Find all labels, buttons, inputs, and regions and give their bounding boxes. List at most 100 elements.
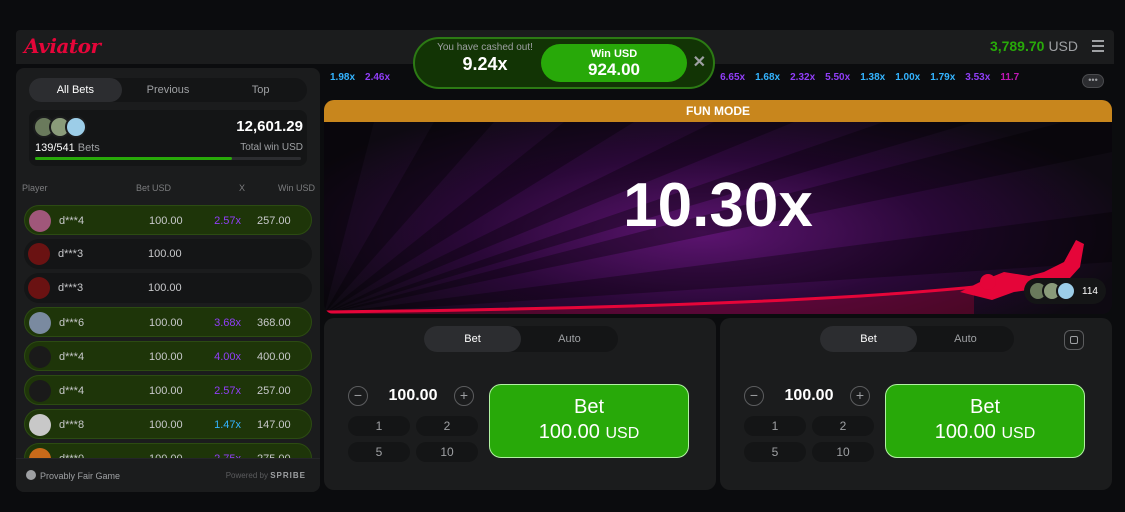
player-name: d***4 — [59, 351, 85, 363]
provably-fair-link[interactable]: Provably Fair Game — [40, 471, 120, 481]
history-multiplier[interactable]: 3.53x — [965, 72, 990, 83]
player-name: d***4 — [59, 385, 85, 397]
bet-button[interactable]: Bet 100.00 USD — [885, 384, 1085, 458]
game-area: FUN MODE 10.30x 114 — [324, 100, 1112, 314]
current-multiplier: 10.30x — [623, 171, 813, 240]
bet-button[interactable]: Bet 100.00 USD — [489, 384, 689, 458]
avatar — [29, 210, 51, 232]
history-multiplier[interactable]: 1.38x — [860, 72, 885, 83]
menu-icon[interactable] — [1092, 40, 1104, 52]
history-multiplier[interactable]: 1.68x — [755, 72, 780, 83]
player-name: d***6 — [59, 317, 85, 329]
remove-panel-button[interactable] — [1064, 330, 1084, 350]
avatar — [29, 346, 51, 368]
quick-amount-10[interactable]: 10 — [416, 442, 478, 462]
column-header-bet: Bet USD — [136, 183, 172, 193]
quick-amount-10[interactable]: 10 — [812, 442, 874, 462]
players-count: 114 — [1082, 285, 1098, 297]
history-multiplier[interactable]: 1.98x — [330, 72, 355, 83]
bet-panel-1: Bet Auto − 100.00 + 1 2 5 10 Bet 100.00 … — [324, 318, 716, 490]
player-name: d***8 — [59, 419, 85, 431]
quick-amount-1[interactable]: 1 — [744, 416, 806, 436]
tab-auto[interactable]: Auto — [917, 326, 1014, 352]
aviator-logo[interactable]: Aviator — [24, 34, 101, 58]
cashout-info: You have cashed out! 9.24x — [425, 42, 545, 75]
quick-amount-1[interactable]: 1 — [348, 416, 410, 436]
quick-amount-5[interactable]: 5 — [744, 442, 806, 462]
avatar — [28, 243, 50, 265]
online-players: 114 — [1024, 278, 1106, 304]
tab-auto[interactable]: Auto — [521, 326, 618, 352]
history-multiplier[interactable]: 6.65x — [720, 72, 745, 83]
bet-panel-tabs: Bet Auto — [424, 326, 618, 352]
minus-button[interactable]: − — [348, 386, 368, 406]
bet-panel-2: Bet Auto − 100.00 + 1 2 5 10 Bet 100.00 … — [720, 318, 1112, 490]
balance-currency: USD — [1048, 38, 1078, 54]
cashout-message: You have cashed out! — [437, 42, 533, 53]
history-multiplier[interactable]: 2.46x — [365, 72, 390, 83]
bet-amount: 100.00 — [149, 317, 183, 329]
bet-panel-tabs: Bet Auto — [820, 326, 1014, 352]
player-name: d***3 — [58, 282, 84, 294]
bets-panel: All Bets Previous Top 139/541 Bets 12,601… — [16, 68, 320, 492]
cashout-multiplier: 4.00x — [214, 351, 241, 363]
tab-bet[interactable]: Bet — [424, 326, 521, 352]
quick-amount-5[interactable]: 5 — [348, 442, 410, 462]
amount-stepper: − 100.00 + — [348, 384, 478, 408]
avatar — [29, 380, 51, 402]
bet-amount-input[interactable]: 100.00 — [372, 387, 454, 405]
history-multiplier[interactable]: 11.7 — [1000, 72, 1019, 83]
cashout-multiplier: 3.68x — [214, 317, 241, 329]
bets-panel-footer: Provably Fair Game Powered by SPRIBE — [16, 458, 320, 492]
avatar — [1056, 281, 1077, 301]
column-header-player: Player — [22, 183, 48, 193]
table-row: d***4 100.00 4.00x 400.00 — [24, 341, 312, 371]
bet-button-amount: 100.00 USD — [934, 421, 1036, 443]
bets-list: d***4 100.00 2.57x 257.00 d***3 100.00 d***3 10… — [24, 205, 312, 477]
bets-progress-bar — [35, 157, 301, 160]
bet-amount: 100.00 — [149, 215, 183, 227]
column-header-x: X — [239, 183, 246, 193]
quick-amount-2[interactable]: 2 — [812, 416, 874, 436]
history-multiplier[interactable]: 2.32x — [790, 72, 815, 83]
cashout-win-label: Win USD — [590, 48, 638, 60]
tab-top[interactable]: Top — [214, 78, 307, 102]
bet-button-amount: 100.00 USD — [538, 421, 640, 443]
player-name: d***3 — [58, 248, 84, 260]
shield-icon — [26, 470, 36, 480]
balance-display: 3,789.70 USD — [990, 38, 1078, 54]
win-amount: 257.00 — [257, 385, 291, 397]
plus-button[interactable]: + — [850, 386, 870, 406]
win-amount: 400.00 — [257, 351, 291, 363]
minus-button[interactable]: − — [744, 386, 764, 406]
avatar — [65, 116, 87, 138]
powered-by: Powered by SPRIBE — [225, 471, 306, 480]
table-row: d***4 100.00 2.57x 257.00 — [24, 375, 312, 405]
balance-amount: 3,789.70 — [989, 38, 1045, 54]
win-amount: 147.00 — [257, 419, 291, 431]
win-amount: 257.00 — [257, 215, 291, 227]
table-row: d***3 100.00 — [24, 273, 312, 303]
quick-amount-2[interactable]: 2 — [416, 416, 478, 436]
history-multiplier[interactable]: 1.79x — [930, 72, 955, 83]
close-icon[interactable]: ✕ — [693, 52, 706, 72]
win-amount: 368.00 — [257, 317, 291, 329]
tab-all-bets[interactable]: All Bets — [29, 78, 122, 102]
cashout-multiplier: 1.47x — [214, 419, 241, 431]
bet-button-label: Bet — [573, 396, 605, 418]
plus-button[interactable]: + — [454, 386, 474, 406]
more-history-button[interactable]: ••• — [1082, 74, 1104, 88]
bet-button-label: Bet — [969, 396, 1001, 418]
bets-summary: 139/541 Bets 12,601.29 Total win USD — [29, 110, 307, 166]
tab-previous[interactable]: Previous — [122, 78, 215, 102]
avatar-group — [33, 116, 87, 138]
bet-amount: 100.00 — [149, 385, 183, 397]
tab-bet[interactable]: Bet — [820, 326, 917, 352]
history-multiplier[interactable]: 1.00x — [895, 72, 920, 83]
history-multiplier[interactable]: 5.50x — [825, 72, 850, 83]
fun-mode-banner: FUN MODE — [324, 100, 1112, 122]
bet-amount-input[interactable]: 100.00 — [768, 387, 850, 405]
bets-tabs: All Bets Previous Top — [29, 78, 307, 102]
player-name: d***4 — [59, 215, 85, 227]
avatar — [29, 312, 51, 334]
